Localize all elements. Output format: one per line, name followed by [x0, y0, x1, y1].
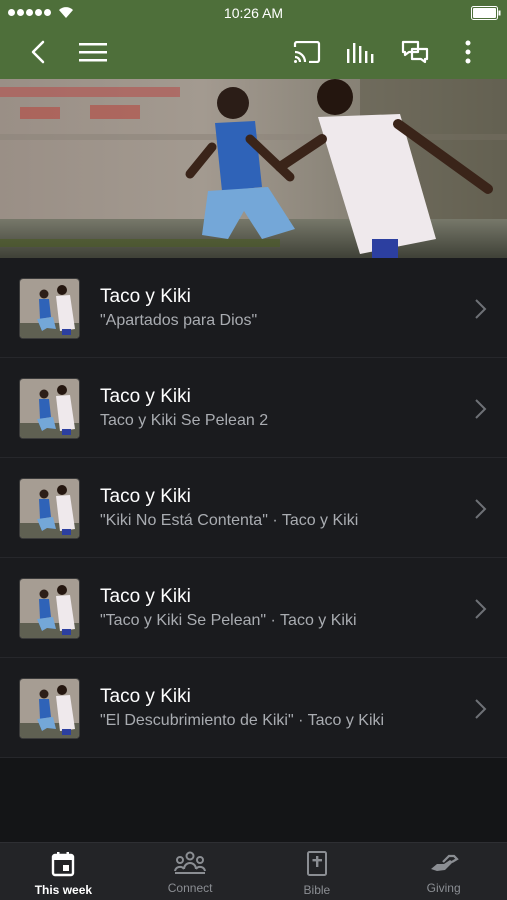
tab-label: Giving	[426, 881, 461, 895]
list-item-title: Taco y Kiki	[100, 286, 191, 307]
list-item-subtitle: "El Descubrimiento de Kiki" · Taco y Kik…	[100, 712, 385, 729]
tab-label: Connect	[167, 881, 213, 895]
thumbnail	[19, 378, 80, 439]
more-options-button[interactable]	[450, 34, 486, 70]
tab-connect[interactable]: Connect	[127, 843, 254, 900]
cast-icon	[293, 41, 321, 63]
list-item-title: Taco y Kiki	[100, 586, 191, 607]
bottom-tab-bar: This week Connect Bible Giving	[0, 842, 507, 900]
back-button[interactable]	[20, 34, 56, 70]
chevron-right-icon	[475, 299, 487, 319]
list-item-subtitle: "Taco y Kiki Se Pelean" · Taco y Kiki	[100, 612, 357, 629]
list-item-subtitle: "Kiki No Está Contenta" · Taco y Kiki	[100, 512, 359, 529]
battery-icon	[471, 6, 501, 20]
audio-bars-icon	[347, 43, 374, 63]
list-item-subtitle: "Apartados para Dios"	[100, 312, 258, 329]
hamburger-menu-icon	[79, 43, 107, 62]
calendar-icon	[52, 852, 75, 877]
list-item-title: Taco y Kiki	[100, 386, 191, 407]
chevron-right-icon	[475, 699, 487, 719]
bible-icon	[306, 851, 327, 876]
people-icon	[174, 851, 207, 874]
chevron-right-icon	[475, 499, 487, 519]
more-vertical-icon	[465, 40, 471, 64]
status-time: 10:26 AM	[223, 5, 284, 21]
tab-giving[interactable]: Giving	[380, 843, 507, 900]
top-nav-bar	[0, 26, 507, 79]
app-screen: 10:26 AM Taco y Kiki "Apartados para Dio…	[0, 0, 507, 900]
chevron-right-icon	[475, 399, 487, 419]
chat-button[interactable]	[397, 34, 433, 70]
chat-bubbles-icon	[401, 40, 429, 64]
tab-label: This week	[34, 883, 93, 897]
hero-image	[0, 79, 507, 258]
tab-bible[interactable]: Bible	[254, 843, 381, 900]
list-item[interactable]: Taco y Kiki "Kiki No Está Contenta" · Ta…	[0, 458, 507, 558]
tab-label: Bible	[303, 883, 331, 897]
thumbnail	[19, 678, 80, 739]
list-item[interactable]: Taco y Kiki "Taco y Kiki Se Pelean" · Ta…	[0, 558, 507, 658]
content-list: Taco y Kiki "Apartados para Dios" Taco y…	[0, 258, 507, 758]
list-item-title: Taco y Kiki	[100, 686, 191, 707]
list-item-subtitle: Taco y Kiki Se Pelean 2	[100, 412, 269, 429]
status-bar: 10:26 AM	[0, 0, 507, 26]
cast-button[interactable]	[289, 34, 325, 70]
thumbnail	[19, 278, 80, 339]
tab-this-week[interactable]: This week	[0, 843, 127, 900]
thumbnail	[19, 478, 80, 539]
thumbnail	[19, 578, 80, 639]
list-item[interactable]: Taco y Kiki "Apartados para Dios"	[0, 258, 507, 358]
chevron-right-icon	[475, 599, 487, 619]
chevron-left-icon	[31, 40, 45, 64]
list-item[interactable]: Taco y Kiki Taco y Kiki Se Pelean 2	[0, 358, 507, 458]
list-item-title: Taco y Kiki	[100, 486, 191, 507]
giving-hand-icon	[430, 854, 459, 871]
menu-button[interactable]	[75, 34, 111, 70]
audio-button[interactable]	[343, 34, 379, 70]
list-item[interactable]: Taco y Kiki "El Descubrimiento de Kiki" …	[0, 658, 507, 758]
